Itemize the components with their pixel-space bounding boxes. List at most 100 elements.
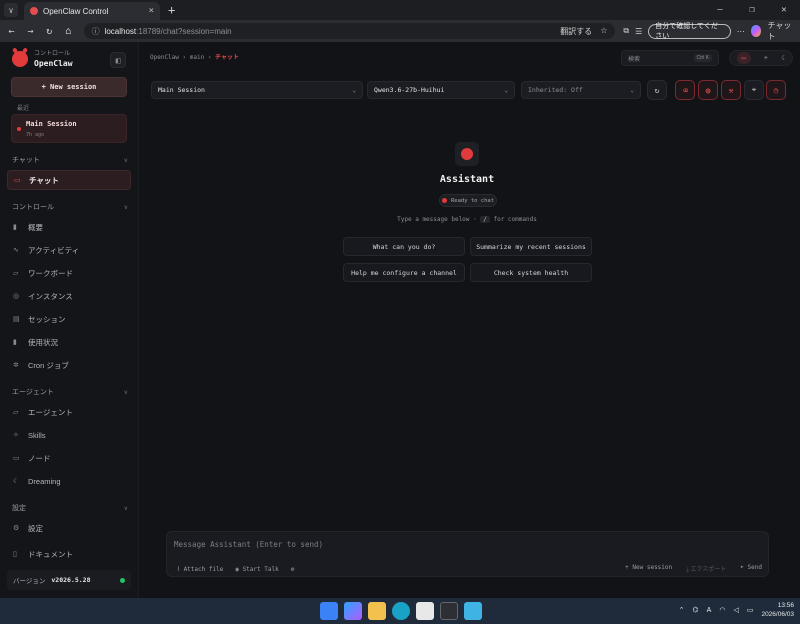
network-icon[interactable]: ⌬: [693, 606, 699, 614]
clock[interactable]: 13:56 2026/06/03: [761, 601, 794, 619]
attach-file-button[interactable]: ⌇ Attach file: [177, 566, 223, 573]
openclaw-logo-icon: [12, 51, 28, 67]
chevron-down-icon: ∨: [123, 389, 128, 396]
delete-button[interactable]: ⌫: [675, 80, 695, 100]
sun-icon[interactable]: ☀: [764, 54, 768, 62]
more-icon[interactable]: ⋯: [737, 27, 745, 36]
new-tab-button[interactable]: +: [168, 3, 175, 17]
profile-button[interactable]: 自分で確認してください: [648, 23, 731, 40]
gear-icon: ⚙: [13, 525, 20, 532]
start-talk-button[interactable]: ◉ Start Talk: [235, 566, 278, 573]
wifi-icon[interactable]: ◠: [719, 606, 725, 614]
suggestion-button[interactable]: Summarize my recent sessions: [470, 237, 592, 256]
favorites-icon[interactable]: ☰: [635, 27, 642, 36]
minimize-button[interactable]: —: [704, 5, 736, 15]
info-icon[interactable]: ⓘ: [92, 26, 100, 37]
star-icon[interactable]: ☆: [600, 26, 607, 37]
sidebar-item-cron[interactable]: ✲ Cron ジョブ: [7, 355, 131, 375]
bar-chart-icon: ▮: [13, 339, 17, 346]
message-composer[interactable]: Message Assistant (Enter to send) ⌇ Atta…: [166, 531, 769, 577]
extensions-icon[interactable]: ⧉: [623, 26, 629, 36]
section-chat[interactable]: チャット ∨: [12, 155, 128, 165]
session-select[interactable]: Main Session ⌄: [151, 81, 363, 99]
suggestion-button[interactable]: Check system health: [470, 263, 592, 282]
sidebar-item-usage[interactable]: ▮ 使用状況: [7, 332, 131, 352]
sidebar-item-docs[interactable]: ▯ ドキュメント: [7, 544, 131, 564]
suggestion-button[interactable]: What can you do?: [343, 237, 465, 256]
home-icon[interactable]: ⌂: [61, 26, 76, 37]
section-control[interactable]: コントロール ∨: [12, 202, 128, 212]
paperclip-icon: ⌇: [177, 565, 180, 573]
sidebar-item-settings[interactable]: ⚙ 設定: [7, 518, 131, 538]
sidebar-item-sessions[interactable]: ▤ セッション: [7, 309, 131, 329]
search-input[interactable]: 検索 Ctrl K: [621, 50, 719, 66]
collapse-sidebar-button[interactable]: ◧: [110, 52, 126, 68]
section-settings[interactable]: 設定 ∨: [12, 503, 128, 513]
terminal-icon[interactable]: [440, 602, 458, 620]
breadcrumb-item[interactable]: main: [190, 54, 204, 61]
status-badge: Ready to chat: [439, 194, 497, 207]
new-session-button[interactable]: + New session: [11, 77, 127, 97]
file-explorer-icon[interactable]: [368, 602, 386, 620]
tab-menu-button[interactable]: ∨: [4, 3, 18, 17]
sidebar-item-nodes[interactable]: ▭ ノード: [7, 448, 131, 468]
refresh-button[interactable]: ↻: [647, 80, 667, 100]
sidebar-item-agents[interactable]: ▱ エージェント: [7, 402, 131, 422]
new-session-link[interactable]: + New session: [625, 564, 672, 574]
copilot-label[interactable]: チャット: [767, 20, 796, 42]
volume-icon[interactable]: ◁: [733, 606, 738, 614]
browser-toolbar: ← → ↻ ⌂ ⓘ localhost:18789/chat?session=m…: [0, 20, 800, 42]
history-button[interactable]: ◷: [766, 80, 786, 100]
breadcrumb-item[interactable]: OpenClaw: [150, 54, 179, 61]
suggestion-button[interactable]: Help me configure a channel: [343, 263, 465, 282]
start-icon[interactable]: [320, 602, 338, 620]
sidebar-item-dreaming[interactable]: ☾ Dreaming: [7, 471, 131, 491]
ime-icon[interactable]: A: [707, 607, 712, 614]
sidebar-item-instances[interactable]: ◎ インスタンス: [7, 286, 131, 306]
copilot-app-icon[interactable]: [344, 602, 362, 620]
recent-session-item[interactable]: Main Session 7h ago: [11, 114, 127, 143]
sidebar-item-label: エージェント: [28, 407, 73, 417]
sidebar-item-activity[interactable]: ∿ アクティビティ: [7, 240, 131, 260]
store-icon[interactable]: [416, 602, 434, 620]
sidebar-item-label: セッション: [28, 314, 66, 324]
tools-button[interactable]: ⚒: [721, 80, 741, 100]
translate-label[interactable]: 翻訳する: [560, 26, 592, 37]
think-button[interactable]: ◍: [698, 80, 718, 100]
brand: コントロール OpenClaw: [12, 50, 73, 68]
section-label: コントロール: [12, 204, 54, 211]
battery-icon[interactable]: ▭: [747, 606, 754, 614]
send-button[interactable]: ➤ Send: [740, 564, 762, 574]
export-button[interactable]: ⤓ エクスポート: [686, 564, 726, 574]
forward-icon[interactable]: →: [23, 26, 38, 37]
sidebar-item-workboard[interactable]: ▱ ワークボード: [7, 263, 131, 283]
monitor-icon[interactable]: ▭: [736, 52, 751, 64]
inherit-select[interactable]: Inherited: Off ⌄: [521, 81, 641, 99]
theme-toggle[interactable]: ▭ ☀ ☾: [729, 50, 793, 66]
maximize-button[interactable]: ❐: [736, 5, 768, 15]
chevron-up-icon[interactable]: ⌃: [679, 606, 685, 614]
hint-key: /: [480, 216, 490, 223]
edge-icon[interactable]: [392, 602, 410, 620]
close-window-button[interactable]: ✕: [768, 5, 800, 15]
hint-text: Type a message below ·: [397, 216, 481, 223]
settings-icon[interactable]: ⚙: [291, 566, 295, 573]
copilot-icon[interactable]: [750, 25, 762, 37]
chevron-down-icon: ∨: [123, 204, 128, 211]
moon-icon[interactable]: ☾: [781, 54, 785, 62]
notepad-icon[interactable]: [464, 602, 482, 620]
sidebar-item-chat[interactable]: ▭ チャット: [7, 170, 131, 190]
back-icon[interactable]: ←: [4, 26, 19, 37]
model-select[interactable]: Qwen3.6-27b-Huihui ⌄: [367, 81, 515, 99]
browser-tab[interactable]: OpenClaw Control ×: [24, 2, 160, 20]
section-agents[interactable]: エージェント ∨: [12, 387, 128, 397]
sidebar-item-skills[interactable]: ✧ Skills: [7, 425, 131, 445]
message-input[interactable]: Message Assistant (Enter to send): [174, 540, 323, 549]
status-dot: [441, 198, 447, 203]
close-tab-icon[interactable]: ×: [149, 6, 154, 16]
reload-icon[interactable]: ↻: [42, 26, 57, 37]
bar-chart-icon: ▮: [13, 224, 17, 231]
focus-button[interactable]: ⌖: [744, 80, 764, 100]
sidebar-item-overview[interactable]: ▮ 概要: [7, 217, 131, 237]
address-bar[interactable]: ⓘ localhost:18789/chat?session=main 翻訳する…: [83, 23, 616, 39]
